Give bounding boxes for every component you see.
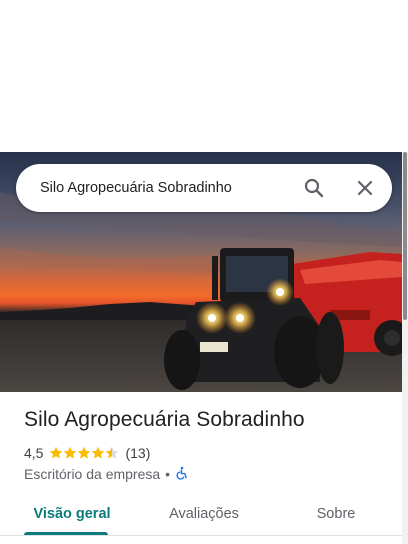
review-count[interactable]: (13) [125,445,150,461]
rating-stars [49,446,119,460]
tab-overview[interactable]: Visão geral [24,492,120,536]
star-icon [78,446,91,459]
wheelchair-icon[interactable] [175,466,189,483]
place-tabs: Visão geral Avaliações Sobre [0,492,402,536]
separator-dot: • [165,466,171,482]
star-icon [50,446,63,459]
search-icon[interactable] [302,176,326,200]
place-title: Silo Agropecuária Sobradinho [24,408,305,431]
tab-reviews[interactable]: Avaliações [154,492,254,536]
top-blank-area [0,0,408,152]
rating-value: 4,5 [24,445,44,461]
search-input[interactable]: Silo Agropecuária Sobradinho [40,164,232,212]
place-category: Escritório da empresa [24,466,161,482]
close-icon[interactable] [353,176,377,200]
rating-row[interactable]: 4,5 (13) [24,444,150,462]
star-icon [92,446,105,459]
star-icon [106,446,119,459]
tab-about[interactable]: Sobre [302,492,370,536]
search-box[interactable]: Silo Agropecuária Sobradinho [16,164,392,212]
category-row: Escritório da empresa • [24,465,189,483]
tabs-divider [0,535,402,536]
star-icon [64,446,77,459]
scrollbar-thumb[interactable] [403,152,407,320]
